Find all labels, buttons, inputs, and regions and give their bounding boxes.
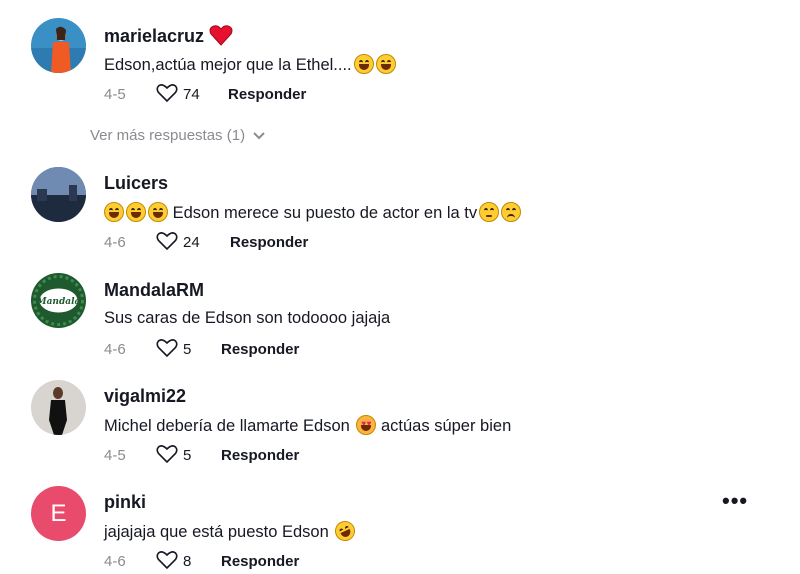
like-count: 8 <box>183 553 192 570</box>
username[interactable]: MandalaRM <box>104 280 204 301</box>
heart-icon[interactable] <box>156 444 178 468</box>
view-more-replies-button[interactable]: Ver más respuestas (1) <box>90 127 265 144</box>
rolling-laughing-emoji-icon <box>332 517 359 545</box>
reply-button[interactable]: Responder <box>221 553 299 570</box>
more-options-icon[interactable]: ••• <box>722 488 748 514</box>
heart-emoji-icon <box>209 25 233 46</box>
username[interactable]: pinki <box>104 492 146 513</box>
reply-button[interactable]: Responder <box>230 234 308 251</box>
comment-date: 4-6 <box>104 234 126 251</box>
laughing-emoji-icon <box>353 54 374 74</box>
laughing-emoji-icon <box>148 202 168 222</box>
avatar[interactable] <box>31 18 86 73</box>
avatar-letter: E <box>50 499 67 527</box>
like-count: 5 <box>183 341 192 358</box>
laughing-emoji-icon <box>375 54 396 74</box>
comment-text: Sus caras de Edson son todoooo jajaja <box>104 309 391 327</box>
username[interactable]: vigalmi22 <box>104 386 186 407</box>
username[interactable]: marielacruz <box>104 24 233 47</box>
comment-date: 4-6 <box>104 341 126 358</box>
like-count: 74 <box>183 86 200 103</box>
heart-icon[interactable] <box>156 83 178 107</box>
frowning-emoji-icon <box>501 202 522 222</box>
reply-button[interactable]: Responder <box>228 86 306 103</box>
comment-text: Edson,actúa mejor que la Ethel.... <box>104 54 396 75</box>
heart-icon[interactable] <box>156 338 178 362</box>
comment-date: 4-5 <box>104 447 126 464</box>
comment-date: 4-6 <box>104 553 126 570</box>
comment-text: Michel debería de llamarte Edson actúas … <box>104 415 511 436</box>
avatar[interactable]: Mandala <box>31 273 86 328</box>
avatar[interactable] <box>31 380 86 435</box>
smiling-hearts-emoji-icon <box>356 415 377 435</box>
heart-icon[interactable] <box>156 231 178 255</box>
username[interactable]: Luicers <box>104 173 168 194</box>
reply-button[interactable]: Responder <box>221 341 299 358</box>
flushed-emoji-icon <box>479 202 500 222</box>
avatar-logo-text: Mandala <box>36 297 81 307</box>
laughing-emoji-icon <box>104 202 124 222</box>
chevron-down-icon <box>253 132 265 140</box>
reply-button[interactable]: Responder <box>221 447 299 464</box>
comment-text: Edson merece su puesto de actor en la tv <box>104 202 522 223</box>
like-count: 5 <box>183 447 192 464</box>
avatar[interactable]: E <box>31 486 86 541</box>
heart-icon[interactable] <box>156 550 178 574</box>
avatar[interactable] <box>31 167 86 222</box>
like-count: 24 <box>183 234 200 251</box>
comment-date: 4-5 <box>104 86 126 103</box>
laughing-emoji-icon <box>126 202 146 222</box>
comment-text: jajajaja que está puesto Edson <box>104 517 359 545</box>
